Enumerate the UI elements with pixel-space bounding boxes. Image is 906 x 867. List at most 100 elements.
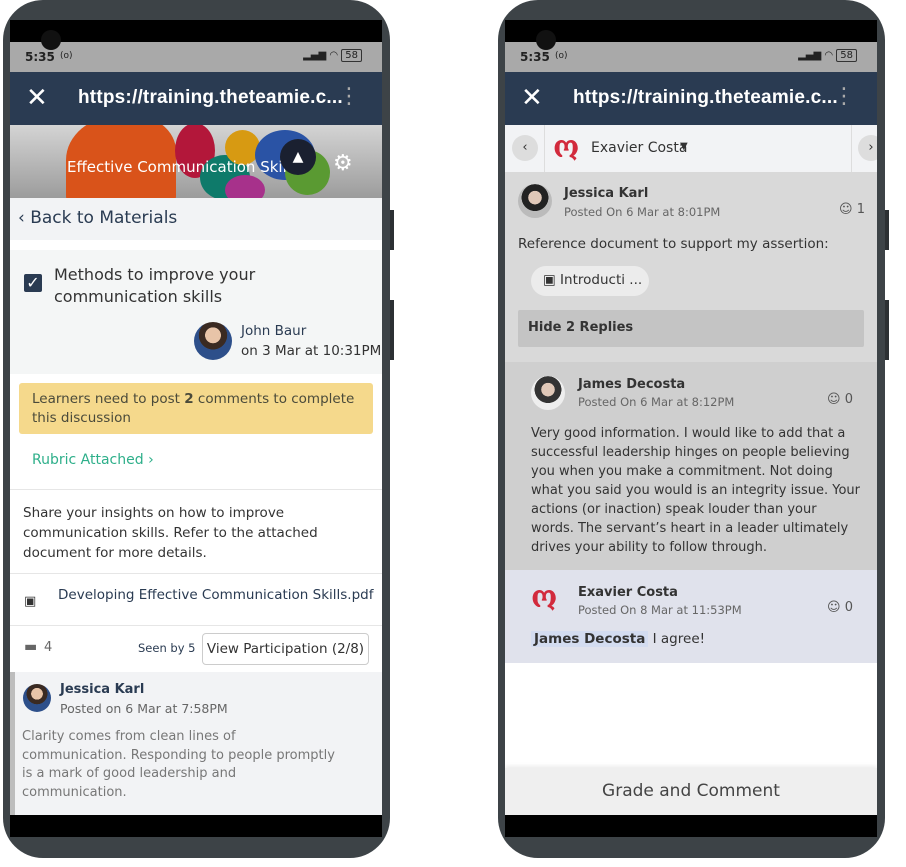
status-bar: 5:35 (o) ▂▄▆ ◠ 58 [10,42,382,72]
divider [10,489,382,490]
close-icon[interactable]: ✕ [26,83,48,113]
course-banner: Effective Communication Skills ▲ ⚙ [10,125,382,198]
mention[interactable]: James Decosta [531,631,649,647]
next-learner-button[interactable]: › [858,135,877,161]
hide-replies-button[interactable]: Hide 2 Replies [518,310,864,347]
browser-toolbar: ✕ https://training.theteamie.c... ⋮ [505,72,877,125]
selected-learner[interactable]: Exavier Costa [591,140,687,156]
post-date: Posted on 6 Mar at 7:58PM [60,701,228,716]
author-name[interactable]: John Baur [241,323,306,339]
image-icon[interactable]: ▲ [280,139,316,175]
grade-and-comment-button[interactable]: Grade and Comment [505,768,877,815]
wifi-icon: ◠ [329,50,339,61]
wifi-icon: ◠ [824,50,834,61]
browser-toolbar: ✕ https://training.theteamie.c... ⋮ [10,72,382,125]
smiley-icon: ☺ [827,392,841,407]
rubric-label: Rubric Attached [32,452,144,468]
notch [505,20,877,42]
battery-icon: 58 [341,49,362,62]
learner-switcher: ‹ ო Exavier Costa ▼ › [505,125,877,172]
avatar [23,684,51,712]
phone-button [885,210,889,250]
reply-body: I agree! [652,631,706,647]
notch [10,20,382,42]
signal-icon: ▂▄▆ [798,50,822,61]
reply-date: Posted On 8 Mar at 11:53PM [578,603,742,617]
pdf-icon: ▣ [24,594,37,609]
view-participation-button[interactable]: View Participation (2/8) [202,633,369,665]
signal-icon: ▂▄▆ [303,50,327,61]
course-title: Effective Communication Skills [67,158,299,176]
screen: 5:35 (o) ▂▄▆ ◠ 58 ✕ https://training.the… [505,42,877,815]
discussion-check-icon: ✓ [24,274,42,292]
status-extra: (o) [60,51,73,61]
post-item: Jessica Karl Posted on 6 Mar at 7:58PM C… [10,672,382,815]
attachment-link[interactable]: Developing Effective Communication Skill… [58,587,373,603]
reaction-value: 0 [844,600,853,615]
attachment-name: Introducti ... [560,272,643,288]
post-item: Jessica Karl Posted On 6 Mar at 8:01PM ☺… [505,172,877,362]
reaction-value: 0 [844,392,853,407]
reaction-count[interactable]: ☺ 1 [839,202,865,217]
battery-icon: 58 [836,49,857,62]
divider [10,625,382,626]
attachment-chip[interactable]: ▣ Introducti ... [531,266,649,296]
back-label: Back to Materials [30,208,178,228]
pdf-icon: ▣ [543,272,561,288]
discussion-description: Share your insights on how to improve co… [23,505,318,561]
comment-count: 4 [44,640,53,655]
completion-notice: Learners need to post 2 comments to comp… [19,383,373,434]
discussion-header: ✓ Methods to improve your communication … [10,250,382,374]
divider [851,125,852,172]
author-date: on 3 Mar at 10:31PM [241,343,382,359]
status-icons: ▂▄▆ ◠ 58 [303,49,362,62]
rubric-link[interactable]: Rubric Attached › [32,452,154,468]
camera [41,30,61,50]
reply-author[interactable]: Exavier Costa [578,585,678,600]
reply-item: ო Exavier Costa Posted On 8 Mar at 11:53… [505,570,877,663]
close-icon[interactable]: ✕ [521,83,543,113]
phone-button [390,300,394,360]
seen-by[interactable]: Seen by 5 [138,641,195,655]
teamie-logo: ო [531,580,558,615]
comment-icon: ▬ [24,639,38,655]
avatar [518,184,552,218]
reaction-value: 1 [856,202,865,217]
reply-item: James Decosta Posted On 6 Mar at 8:12PM … [505,362,877,570]
avatar [531,376,565,410]
more-icon[interactable]: ⋮ [338,84,360,109]
post-text: Reference document to support my asserti… [518,236,829,252]
prev-learner-button[interactable]: ‹ [512,135,538,161]
smiley-icon: ☺ [827,600,841,615]
camera [536,30,556,50]
smiley-icon: ☺ [839,202,853,217]
post-author[interactable]: Jessica Karl [60,682,144,697]
post-date: Posted On 6 Mar at 8:01PM [564,205,721,219]
reaction-count[interactable]: ☺ 0 [827,392,853,407]
bottom-bezel [505,815,877,837]
post-author[interactable]: Jessica Karl [564,186,648,201]
more-icon[interactable]: ⋮ [833,84,855,109]
avatar [194,322,232,360]
chevron-left-icon: ‹ [18,208,31,228]
back-to-materials-link[interactable]: ‹ Back to Materials [10,198,382,240]
caret-down-icon[interactable]: ▼ [680,141,688,152]
url: https://training.theteamie.c... [573,87,838,108]
right-phone: 5:35 (o) ▂▄▆ ◠ 58 ✕ https://training.the… [498,0,889,858]
status-time: 5:35 [25,50,55,64]
phone-button [390,210,394,250]
reply-text: James Decosta I agree! [531,631,705,647]
bottom-bezel [10,815,382,837]
notice-count: 2 [184,391,194,407]
phone-button [885,300,889,360]
url: https://training.theteamie.c... [78,87,343,108]
chevron-right-icon: › [148,452,154,468]
reply-date: Posted On 6 Mar at 8:12PM [578,395,735,409]
gear-icon[interactable]: ⚙ [333,151,353,176]
teamie-logo: ო [553,130,580,165]
status-bar: 5:35 (o) ▂▄▆ ◠ 58 [505,42,877,72]
status-time: 5:35 [520,50,550,64]
reaction-count[interactable]: ☺ 0 [827,600,853,615]
left-phone: 5:35 (o) ▂▄▆ ◠ 58 ✕ https://training.the… [3,0,394,858]
reply-author[interactable]: James Decosta [578,377,685,392]
